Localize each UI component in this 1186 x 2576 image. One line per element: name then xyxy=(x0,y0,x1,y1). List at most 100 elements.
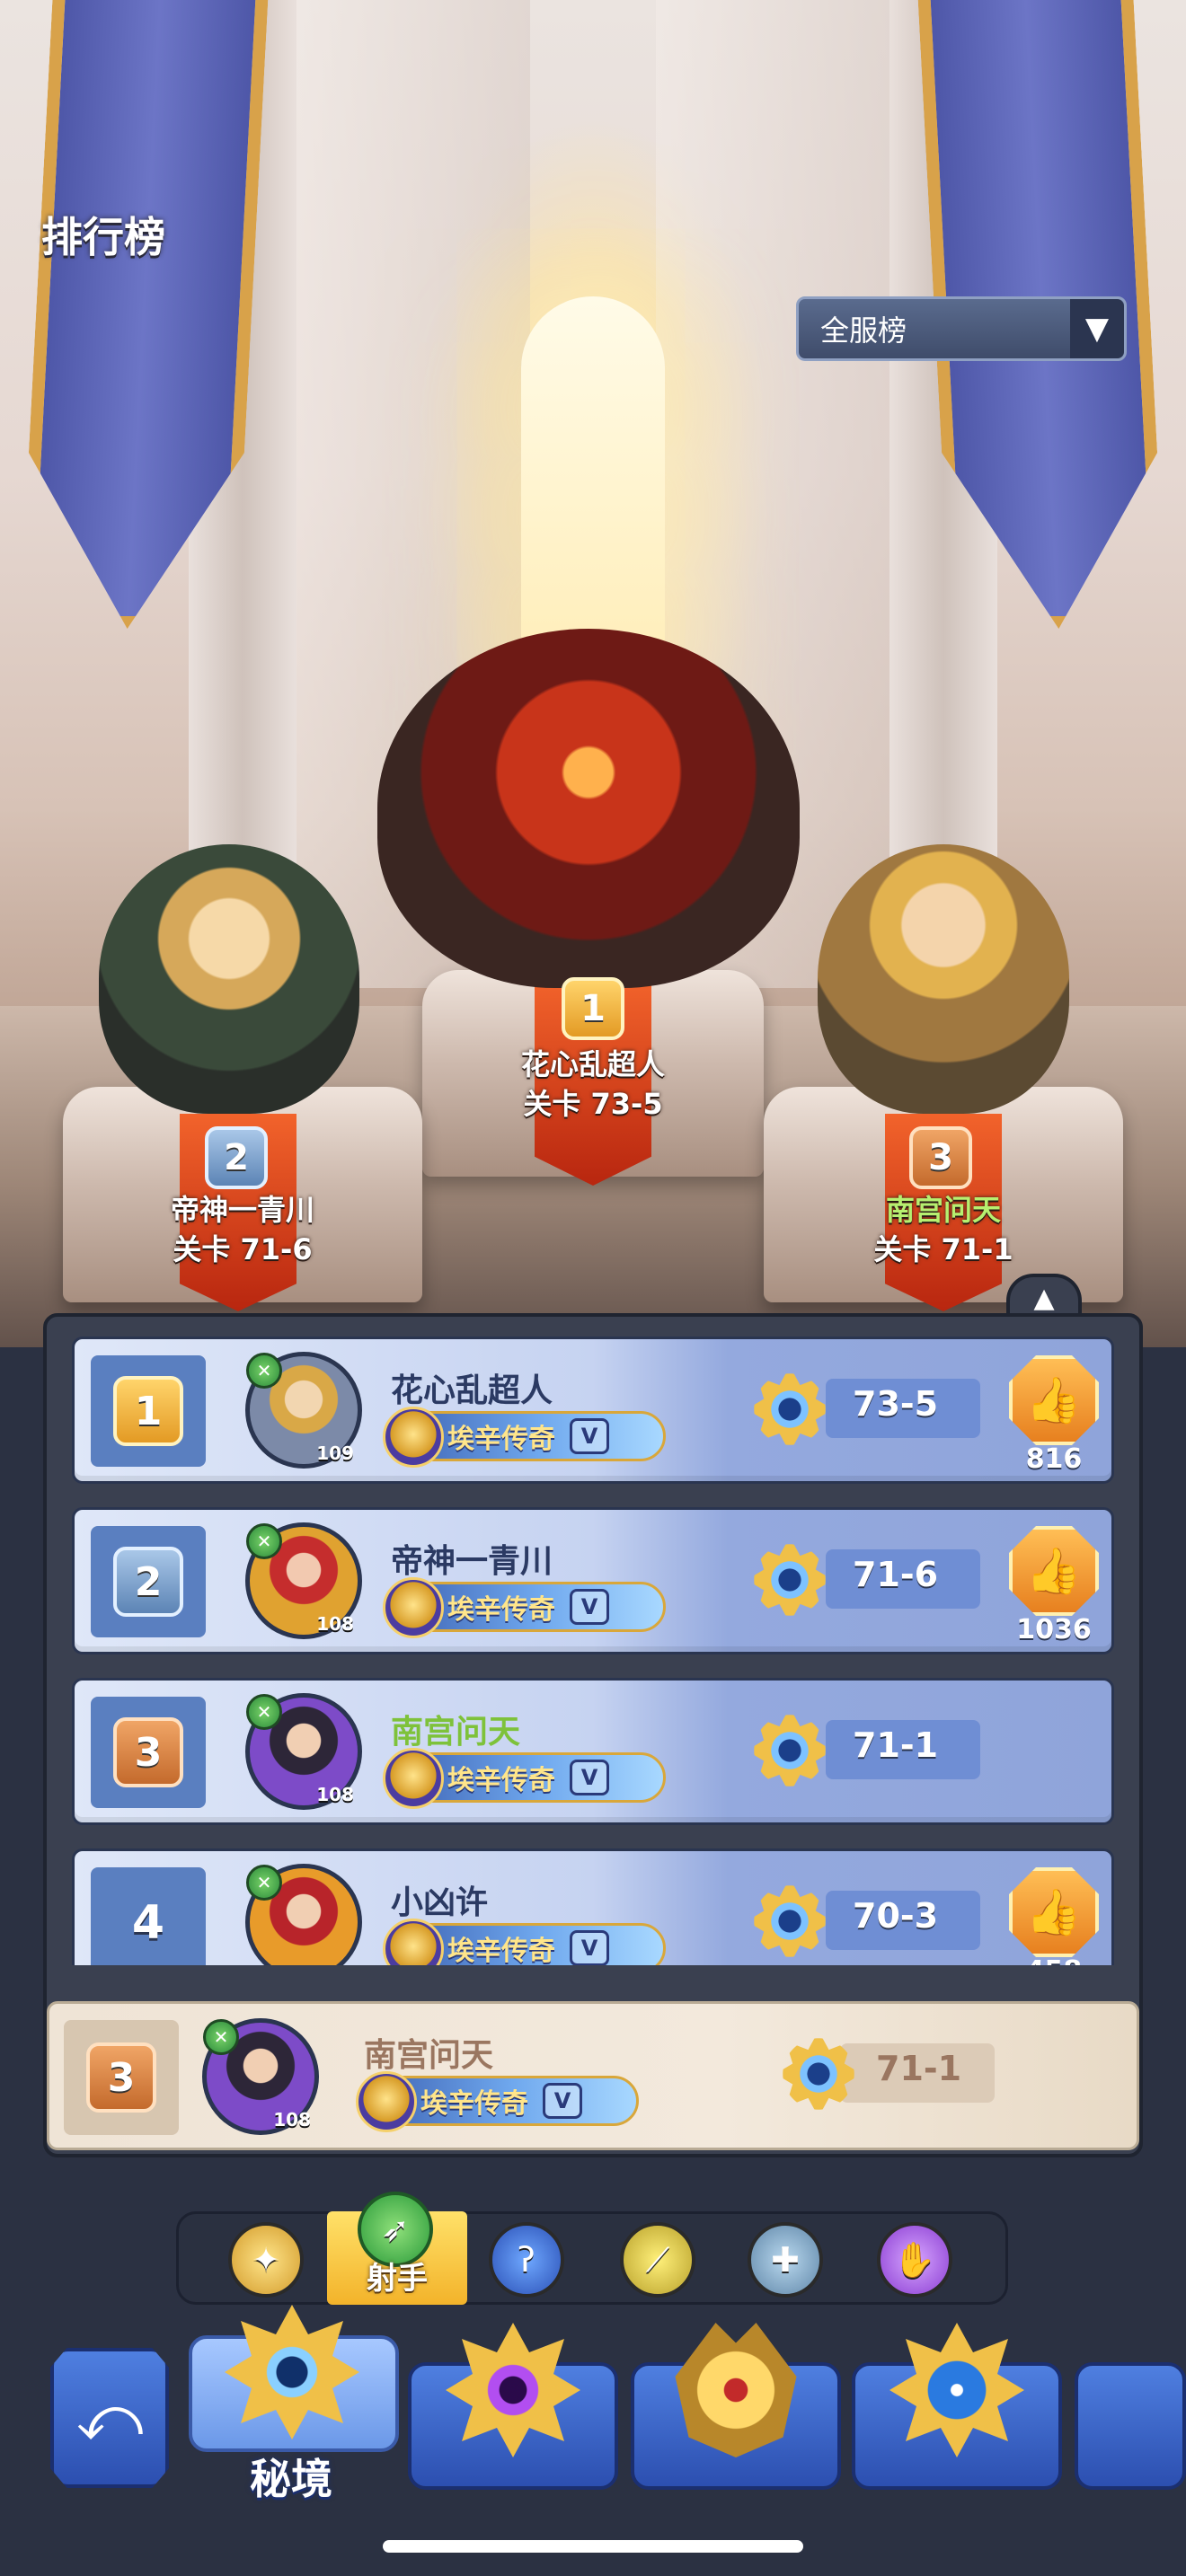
chevron-up-icon: ▲ xyxy=(1033,1282,1055,1314)
mystic-icon[interactable]: ✋ xyxy=(877,2222,952,2298)
class-mini-icon: ✕ xyxy=(246,1353,282,1389)
player-level: 109 xyxy=(316,1442,354,1464)
axe-icon[interactable]: ✦ xyxy=(228,2222,304,2298)
podium-stage-1: 关卡 73-5 xyxy=(523,1087,663,1121)
like-count: 458 xyxy=(1000,1955,1108,1965)
server-filter-dropdown[interactable]: 全服榜 ▼ xyxy=(796,296,1127,361)
title-tier: V xyxy=(570,1760,609,1795)
secret-realm-emblem-icon xyxy=(225,2305,359,2439)
podium-hero-2[interactable] xyxy=(99,844,359,1114)
home-indicator[interactable] xyxy=(383,2540,803,2553)
podium-stage-2: 关卡 71-6 xyxy=(173,1232,313,1266)
podium-rank-badge-2: 2 xyxy=(205,1126,268,1189)
rank-gold-badge: 1 xyxy=(113,1376,183,1446)
title-text: 埃辛传奇 xyxy=(447,1936,555,1965)
stage-value: 71-6 xyxy=(853,1555,939,1594)
my-rank-row[interactable]: 3 ✕ 108 南宫问天 埃辛传奇 V 71-1 xyxy=(47,2001,1139,2150)
class-mini-icon: ✕ xyxy=(246,1694,282,1730)
stage-emblem-icon xyxy=(747,1366,833,1452)
avatar[interactable]: ✕ xyxy=(245,1864,362,1965)
podium-hero-3[interactable] xyxy=(818,844,1069,1114)
title-badge: 埃辛传奇 V xyxy=(356,2071,639,2132)
player-level: 108 xyxy=(316,1784,354,1805)
title-emblem-icon xyxy=(356,2071,417,2132)
title-emblem-icon xyxy=(383,1748,444,1809)
title-tier: V xyxy=(570,1589,609,1625)
rank-bronze-badge: 3 xyxy=(86,2042,156,2113)
podium-name-2: 帝神一青川 xyxy=(170,1193,314,1227)
podium-stage-3: 关卡 71-1 xyxy=(873,1232,1013,1266)
title-badge: 埃辛传奇 V xyxy=(383,1577,666,1638)
blade-icon[interactable]: ⟋ xyxy=(620,2222,695,2298)
title-text: 埃辛传奇 xyxy=(447,1765,555,1796)
avatar[interactable]: ✕ 108 xyxy=(245,1693,362,1810)
star-emblem-icon xyxy=(890,2323,1024,2457)
rank-cell: 3 xyxy=(64,2020,179,2135)
player-level: 108 xyxy=(273,2109,311,2130)
page-title: 排行榜 xyxy=(41,213,165,261)
class-mini-icon: ✕ xyxy=(246,1523,282,1559)
player-name: 南宫问天 xyxy=(391,1714,521,1751)
class-tab-archer[interactable]: ➶ 射手 xyxy=(327,2192,467,2305)
leaderboard-row[interactable]: 1 ✕ 109 花心乱超人 埃辛传奇 V 73-5 👍 816 xyxy=(72,1337,1114,1484)
collapse-panel-button[interactable]: ▲ xyxy=(1006,1274,1082,1319)
like-button[interactable]: 👍 xyxy=(1009,1355,1099,1445)
avatar[interactable]: ✕ 109 xyxy=(245,1352,362,1469)
podium-hero-1[interactable] xyxy=(377,629,800,988)
player-name: 小凶许 xyxy=(391,1884,489,1921)
leaderboard-list[interactable]: 1 ✕ 109 花心乱超人 埃辛传奇 V 73-5 👍 816 2 ✕ 108 … xyxy=(72,1337,1114,1965)
crown-emblem-icon xyxy=(675,2323,797,2457)
podium-name-3: 南宫问天 xyxy=(885,1193,1001,1227)
leaderboard-row[interactable]: 3 ✕ 108 南宫问天 埃辛传奇 V 71-1 xyxy=(72,1678,1114,1825)
mode-tab-more[interactable] xyxy=(1075,2362,1186,2490)
stage-emblem-icon xyxy=(775,2031,862,2117)
return-arrow-icon: ⤺ xyxy=(75,2380,144,2455)
rank-silver-badge: 2 xyxy=(113,1547,183,1617)
avatar[interactable]: ✕ 108 xyxy=(202,2018,319,2135)
title-text: 埃辛传奇 xyxy=(447,1594,555,1626)
chevron-down-icon: ▼ xyxy=(1070,299,1124,358)
podium-name-1: 花心乱超人 xyxy=(520,1047,665,1081)
podium-rank-badge-1: 1 xyxy=(562,977,624,1040)
title-badge: 埃辛传奇 V xyxy=(383,1407,666,1468)
class-tab-label: 射手 xyxy=(367,2261,428,2297)
rank-bronze-badge: 3 xyxy=(113,1717,183,1787)
mode-tab-label: 秘境 xyxy=(250,2455,332,2503)
title-emblem-icon xyxy=(383,1577,444,1638)
title-tier: V xyxy=(570,1930,609,1965)
holy-icon[interactable]: ✚ xyxy=(748,2222,823,2298)
title-tier: V xyxy=(543,2083,582,2119)
like-count: 1036 xyxy=(1016,1614,1092,1645)
title-text: 埃辛传奇 xyxy=(420,2088,528,2120)
class-mini-icon: ✕ xyxy=(246,1865,282,1901)
player-name: 南宫问天 xyxy=(364,2037,494,2074)
stage-value: 71-1 xyxy=(853,1725,939,1765)
staff-icon[interactable]: ʔ xyxy=(489,2222,564,2298)
player-name: 花心乱超人 xyxy=(391,1372,553,1409)
stage-value: 71-1 xyxy=(876,2049,962,2088)
avatar[interactable]: ✕ 108 xyxy=(245,1522,362,1639)
title-emblem-icon xyxy=(383,1407,444,1468)
podium-rank-badge-3: 3 xyxy=(909,1126,972,1189)
stage-emblem-icon xyxy=(747,1537,833,1623)
title-badge: 埃辛传奇 V xyxy=(383,1919,666,1965)
player-level: 108 xyxy=(316,1613,354,1635)
void-emblem-icon xyxy=(446,2323,580,2457)
thumbs-up-icon: 👍 xyxy=(1025,1885,1083,1938)
thumbs-up-icon: 👍 xyxy=(1025,1544,1083,1597)
back-button[interactable]: ⤺ xyxy=(50,2348,169,2488)
rank-cell: 3 xyxy=(91,1697,206,1808)
leaderboard-row[interactable]: 2 ✕ 108 帝神一青川 埃辛传奇 V 71-6 👍 1036 xyxy=(72,1507,1114,1654)
like-button[interactable]: 👍 xyxy=(1009,1867,1099,1957)
stage-value: 73-5 xyxy=(853,1384,939,1424)
player-name: 帝神一青川 xyxy=(391,1543,553,1580)
leaderboard-row[interactable]: 4 ✕ 小凶许 埃辛传奇 V 70-3 👍 458 xyxy=(72,1848,1114,1965)
stage-emblem-icon xyxy=(747,1878,833,1964)
title-emblem-icon xyxy=(383,1919,444,1965)
rank-cell: 2 xyxy=(91,1526,206,1637)
like-count: 816 xyxy=(1025,1443,1083,1475)
rank-number: 4 xyxy=(131,1896,165,1950)
title-text: 埃辛传奇 xyxy=(447,1424,555,1455)
rank-cell: 4 xyxy=(91,1867,206,1965)
like-button[interactable]: 👍 xyxy=(1009,1526,1099,1616)
